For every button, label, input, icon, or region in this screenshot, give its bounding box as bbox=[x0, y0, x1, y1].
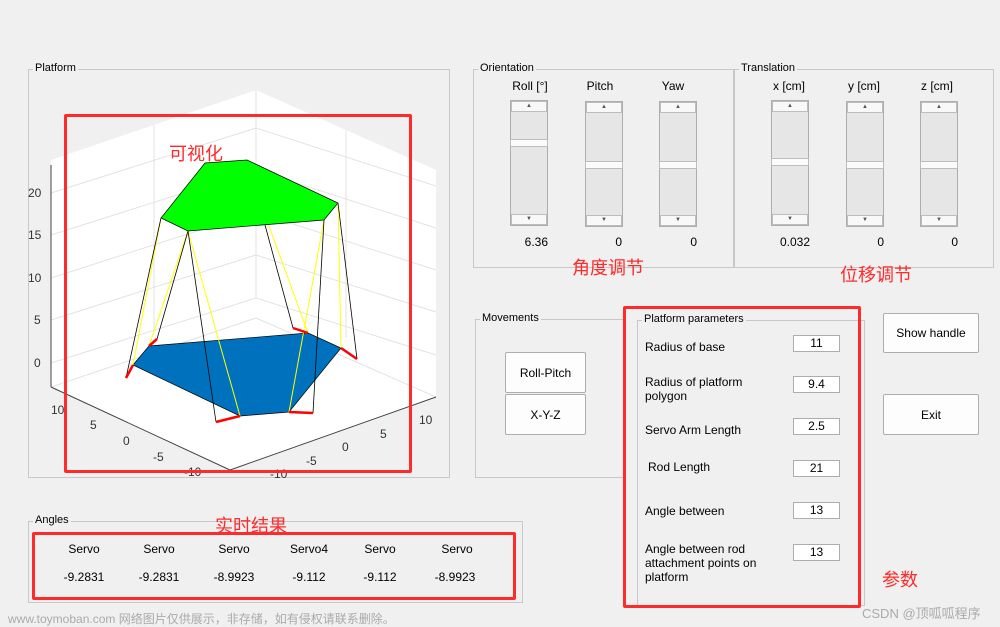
x-label: x [cm] bbox=[773, 79, 805, 93]
y-tick: 10 bbox=[419, 413, 433, 427]
roll-label: Roll [°] bbox=[512, 79, 548, 93]
annotation-box-realtime bbox=[32, 532, 516, 600]
exit-button[interactable]: Exit bbox=[883, 394, 979, 435]
yaw-value: 0 bbox=[690, 235, 697, 249]
movements-title: Movements bbox=[480, 312, 541, 324]
yaw-slider[interactable]: ▲ ▼ bbox=[659, 101, 697, 227]
y-slider[interactable]: ▲ ▼ bbox=[846, 101, 884, 227]
watermark-right: CSDN @顶呱呱程序 bbox=[862, 606, 981, 621]
annotation-visual: 可视化 bbox=[169, 144, 223, 164]
x-slider[interactable]: ▲ ▼ bbox=[771, 100, 809, 226]
y-value: 0 bbox=[877, 235, 884, 249]
y-label: y [cm] bbox=[848, 79, 880, 93]
roll-slider[interactable]: ▲ ▼ bbox=[510, 100, 548, 226]
z-tick: 20 bbox=[28, 186, 42, 200]
annotation-angle-adjust: 角度调节 bbox=[572, 258, 644, 278]
z-tick: 15 bbox=[28, 228, 42, 242]
annotation-translation-adjust: 位移调节 bbox=[840, 265, 912, 285]
pitch-value: 0 bbox=[615, 235, 622, 249]
angles-title: Angles bbox=[33, 514, 71, 526]
x-value: 0.032 bbox=[779, 235, 810, 249]
slider-thumb[interactable] bbox=[771, 158, 809, 166]
watermark-left: www.toymoban.com 网络图片仅供展示，非存储，如有侵权请联系删除。 bbox=[8, 612, 395, 626]
annotation-box-visual bbox=[64, 114, 412, 473]
z-label: z [cm] bbox=[921, 79, 953, 93]
z-value: 0 bbox=[951, 235, 958, 249]
z-tick: 0 bbox=[34, 356, 41, 370]
xyz-button[interactable]: X-Y-Z bbox=[505, 394, 586, 435]
slider-thumb[interactable] bbox=[510, 139, 548, 147]
roll-pitch-button[interactable]: Roll-Pitch bbox=[505, 352, 586, 393]
x-tick: 10 bbox=[51, 403, 65, 417]
z-tick: 5 bbox=[34, 313, 41, 327]
z-slider[interactable]: ▲ ▼ bbox=[920, 101, 958, 227]
yaw-label: Yaw bbox=[661, 79, 685, 93]
pitch-slider[interactable]: ▲ ▼ bbox=[585, 101, 623, 227]
roll-value: 6.36 bbox=[524, 235, 548, 249]
pitch-label: Pitch bbox=[586, 79, 614, 93]
annotation-params: 参数 bbox=[882, 570, 918, 590]
slider-thumb[interactable] bbox=[585, 161, 623, 169]
show-handle-button[interactable]: Show handle bbox=[883, 313, 979, 353]
orientation-title: Orientation bbox=[478, 62, 536, 74]
slider-thumb[interactable] bbox=[659, 161, 697, 169]
slider-thumb[interactable] bbox=[920, 161, 958, 169]
z-tick: 10 bbox=[28, 271, 42, 285]
translation-title: Translation bbox=[739, 62, 798, 74]
annotation-realtime: 实时结果 bbox=[215, 516, 287, 536]
slider-thumb[interactable] bbox=[846, 161, 884, 169]
annotation-box-params bbox=[623, 306, 861, 608]
